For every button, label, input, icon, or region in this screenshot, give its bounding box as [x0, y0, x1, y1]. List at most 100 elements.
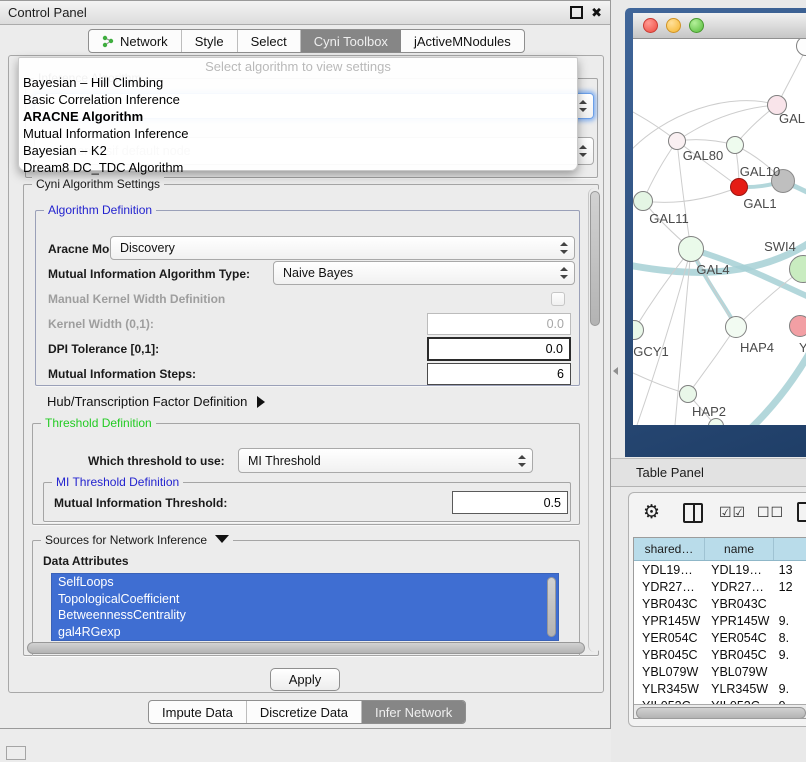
tab-impute-data[interactable]: Impute Data [149, 701, 247, 723]
table-row[interactable]: YBR043C YBR043C [634, 595, 806, 612]
table-row[interactable]: YDR27… YDR27… 12 [634, 578, 806, 595]
algorithm-dropdown-popup: Select algorithm to view settings Bayesi… [18, 57, 578, 171]
node-gal10[interactable] [726, 136, 744, 154]
algorithm-option[interactable]: Basic Correlation Inference [19, 91, 577, 108]
settings-vertical-scrollbar[interactable] [588, 188, 601, 652]
gear-icon[interactable]: ⚙ [643, 503, 660, 522]
control-panel-titlebar: Control Panel ✖ [0, 1, 610, 25]
tab-select[interactable]: Select [238, 30, 301, 52]
attribute-item[interactable]: TopologicalCoefficient [52, 591, 558, 608]
table-panel-titlebar: Table Panel [611, 458, 806, 487]
node-label-swi4: SWI4 [764, 239, 796, 254]
control-panel-title: Control Panel [8, 5, 87, 20]
column-header-shared[interactable]: shared… [634, 538, 705, 560]
node-hap2[interactable] [679, 385, 697, 403]
node-hap4[interactable] [725, 316, 747, 338]
cyni-bottom-tabs: Impute Data Discretize Data Infer Networ… [148, 700, 466, 724]
network-icon [102, 35, 115, 48]
float-window-icon[interactable] [570, 6, 583, 19]
which-threshold-label: Which threshold to use: [88, 454, 225, 468]
node-attribute-table: shared… name YDL19… YDL19… 13 YDR27… YDR… [633, 537, 806, 719]
table-row[interactable]: YBR045C YBR045C 9. [634, 646, 806, 663]
mi-type-combo[interactable]: Naive Bayes [273, 261, 575, 285]
node-label-gcy1: GCY1 [633, 344, 668, 359]
settings-horizontal-scrollbar[interactable] [27, 642, 585, 655]
node-gal1-red[interactable] [730, 178, 748, 196]
attribute-list-scrollbar[interactable] [547, 577, 556, 637]
tab-jactivemnodules[interactable]: jActiveMNodules [401, 30, 524, 52]
mi-threshold-field[interactable]: 0.5 [452, 491, 568, 514]
aracne-mode-combo[interactable]: Discovery [110, 236, 575, 260]
column-header-partial[interactable] [774, 538, 806, 560]
sources-group: Sources for Network Inference Data Attri… [32, 540, 580, 656]
control-panel-tabs: Network Style Select Cyni Toolbox jActiv… [88, 29, 525, 53]
algorithm-option[interactable]: Mutual Information Inference [19, 125, 577, 142]
checked-boxes-icon[interactable]: ☑☑ [719, 504, 746, 521]
table-horizontal-scrollbar[interactable] [634, 704, 806, 719]
tab-infer-network[interactable]: Infer Network [362, 701, 465, 723]
attribute-item[interactable]: gal4RGexp [52, 624, 558, 641]
manual-kernel-checkbox[interactable] [551, 292, 565, 306]
node-gal4[interactable] [678, 236, 704, 262]
mi-steps-label: Mutual Information Steps: [48, 367, 196, 381]
table-row[interactable]: YPR145W YPR145W 9. [634, 612, 806, 629]
document-icon[interactable] [797, 502, 806, 522]
table-row[interactable]: YDL19… YDL19… 13 [634, 561, 806, 578]
tab-discretize-data[interactable]: Discretize Data [247, 701, 362, 723]
node-label-gal10: GAL10 [740, 164, 780, 179]
node-label-hap2: HAP2 [692, 404, 726, 419]
columns-icon[interactable] [683, 503, 703, 523]
table-row[interactable]: YLR345W YLR345W 9. [634, 680, 806, 697]
hub-definition-expander[interactable]: Hub/Transcription Factor Definition [47, 394, 265, 409]
unchecked-boxes-icon[interactable]: ☐☐ [757, 504, 784, 521]
table-row[interactable]: YER054C YER054C 8. [634, 629, 806, 646]
mi-type-label: Mutual Information Algorithm Type: [48, 267, 250, 281]
network-canvas[interactable]: GAL GAL80 GAL10 GAL1 GAL11 GAL4 SWI4 GCY… [633, 39, 806, 425]
node-label-hap4: HAP4 [740, 340, 774, 355]
minimized-panel-icon[interactable] [6, 746, 26, 760]
cyni-algorithm-settings-group: Cyni Algorithm Settings Algorithm Defini… [23, 184, 599, 656]
algorithm-definition-group: Algorithm Definition Aracne Mode: Discov… [35, 210, 580, 386]
close-traffic-light-icon[interactable] [643, 18, 658, 33]
node-label-gal11: GAL11 [649, 211, 689, 226]
close-icon[interactable]: ✖ [591, 7, 602, 18]
table-panel: ⚙ ☑☑ ☐☐ shared… name YDL19… YDL19… 13 YD… [628, 492, 806, 727]
tab-style[interactable]: Style [182, 30, 238, 52]
node-label-gal1: GAL1 [743, 196, 776, 211]
minimize-traffic-light-icon[interactable] [666, 18, 681, 33]
algorithm-option[interactable]: ARACNE Algorithm [19, 108, 577, 125]
tab-network[interactable]: Network [89, 30, 182, 52]
expand-down-icon[interactable] [215, 535, 229, 543]
table-row[interactable]: YBL079W YBL079W [634, 663, 806, 680]
attribute-item[interactable]: BetweennessCentrality [52, 607, 558, 624]
node-label-y-partial: Y [799, 340, 806, 355]
manual-kernel-label: Manual Kernel Width Definition [48, 292, 225, 306]
threshold-definition-group: Threshold Definition Which threshold to … [32, 423, 580, 525]
dpi-tolerance-field[interactable]: 0.0 [427, 337, 571, 361]
popup-placeholder: Select algorithm to view settings [19, 59, 577, 74]
table-rows: YDL19… YDL19… 13 YDR27… YDR27… 12 YBR043… [634, 561, 806, 705]
node-pink-y[interactable] [789, 315, 806, 337]
node-label-gal80: GAL80 [683, 148, 723, 163]
mi-steps-field[interactable]: 6 [427, 363, 571, 385]
zoom-traffic-light-icon[interactable] [689, 18, 704, 33]
tab-cyni-toolbox[interactable]: Cyni Toolbox [301, 30, 401, 52]
apply-button[interactable]: Apply [270, 668, 340, 691]
expand-right-icon [257, 396, 265, 408]
node-gal11[interactable] [633, 191, 653, 211]
data-attributes-list[interactable]: SelfLoops TopologicalCoefficient Between… [51, 573, 559, 641]
algorithm-option[interactable]: Bayesian – Hill Climbing [19, 74, 577, 91]
algorithm-option[interactable]: Dream8 DC_TDC Algorithm [19, 159, 577, 176]
attribute-item[interactable]: SelfLoops [52, 574, 558, 591]
network-view-window: GAL GAL80 GAL10 GAL1 GAL11 GAL4 SWI4 GCY… [625, 8, 806, 457]
splitter-collapse-arrow[interactable] [613, 367, 618, 375]
node-label-gal-partial: GAL [779, 111, 805, 126]
which-threshold-combo[interactable]: MI Threshold [238, 448, 533, 473]
algorithm-option[interactable]: Bayesian – K2 [19, 142, 577, 159]
mi-threshold-group: MI Threshold Definition Mutual Informati… [43, 482, 571, 522]
kernel-width-field[interactable]: 0.0 [427, 313, 571, 335]
mi-threshold-label: Mutual Information Threshold: [54, 496, 227, 510]
column-header-name[interactable]: name [705, 538, 774, 560]
network-window-titlebar [633, 13, 806, 39]
node-label-gal4: GAL4 [696, 262, 729, 277]
